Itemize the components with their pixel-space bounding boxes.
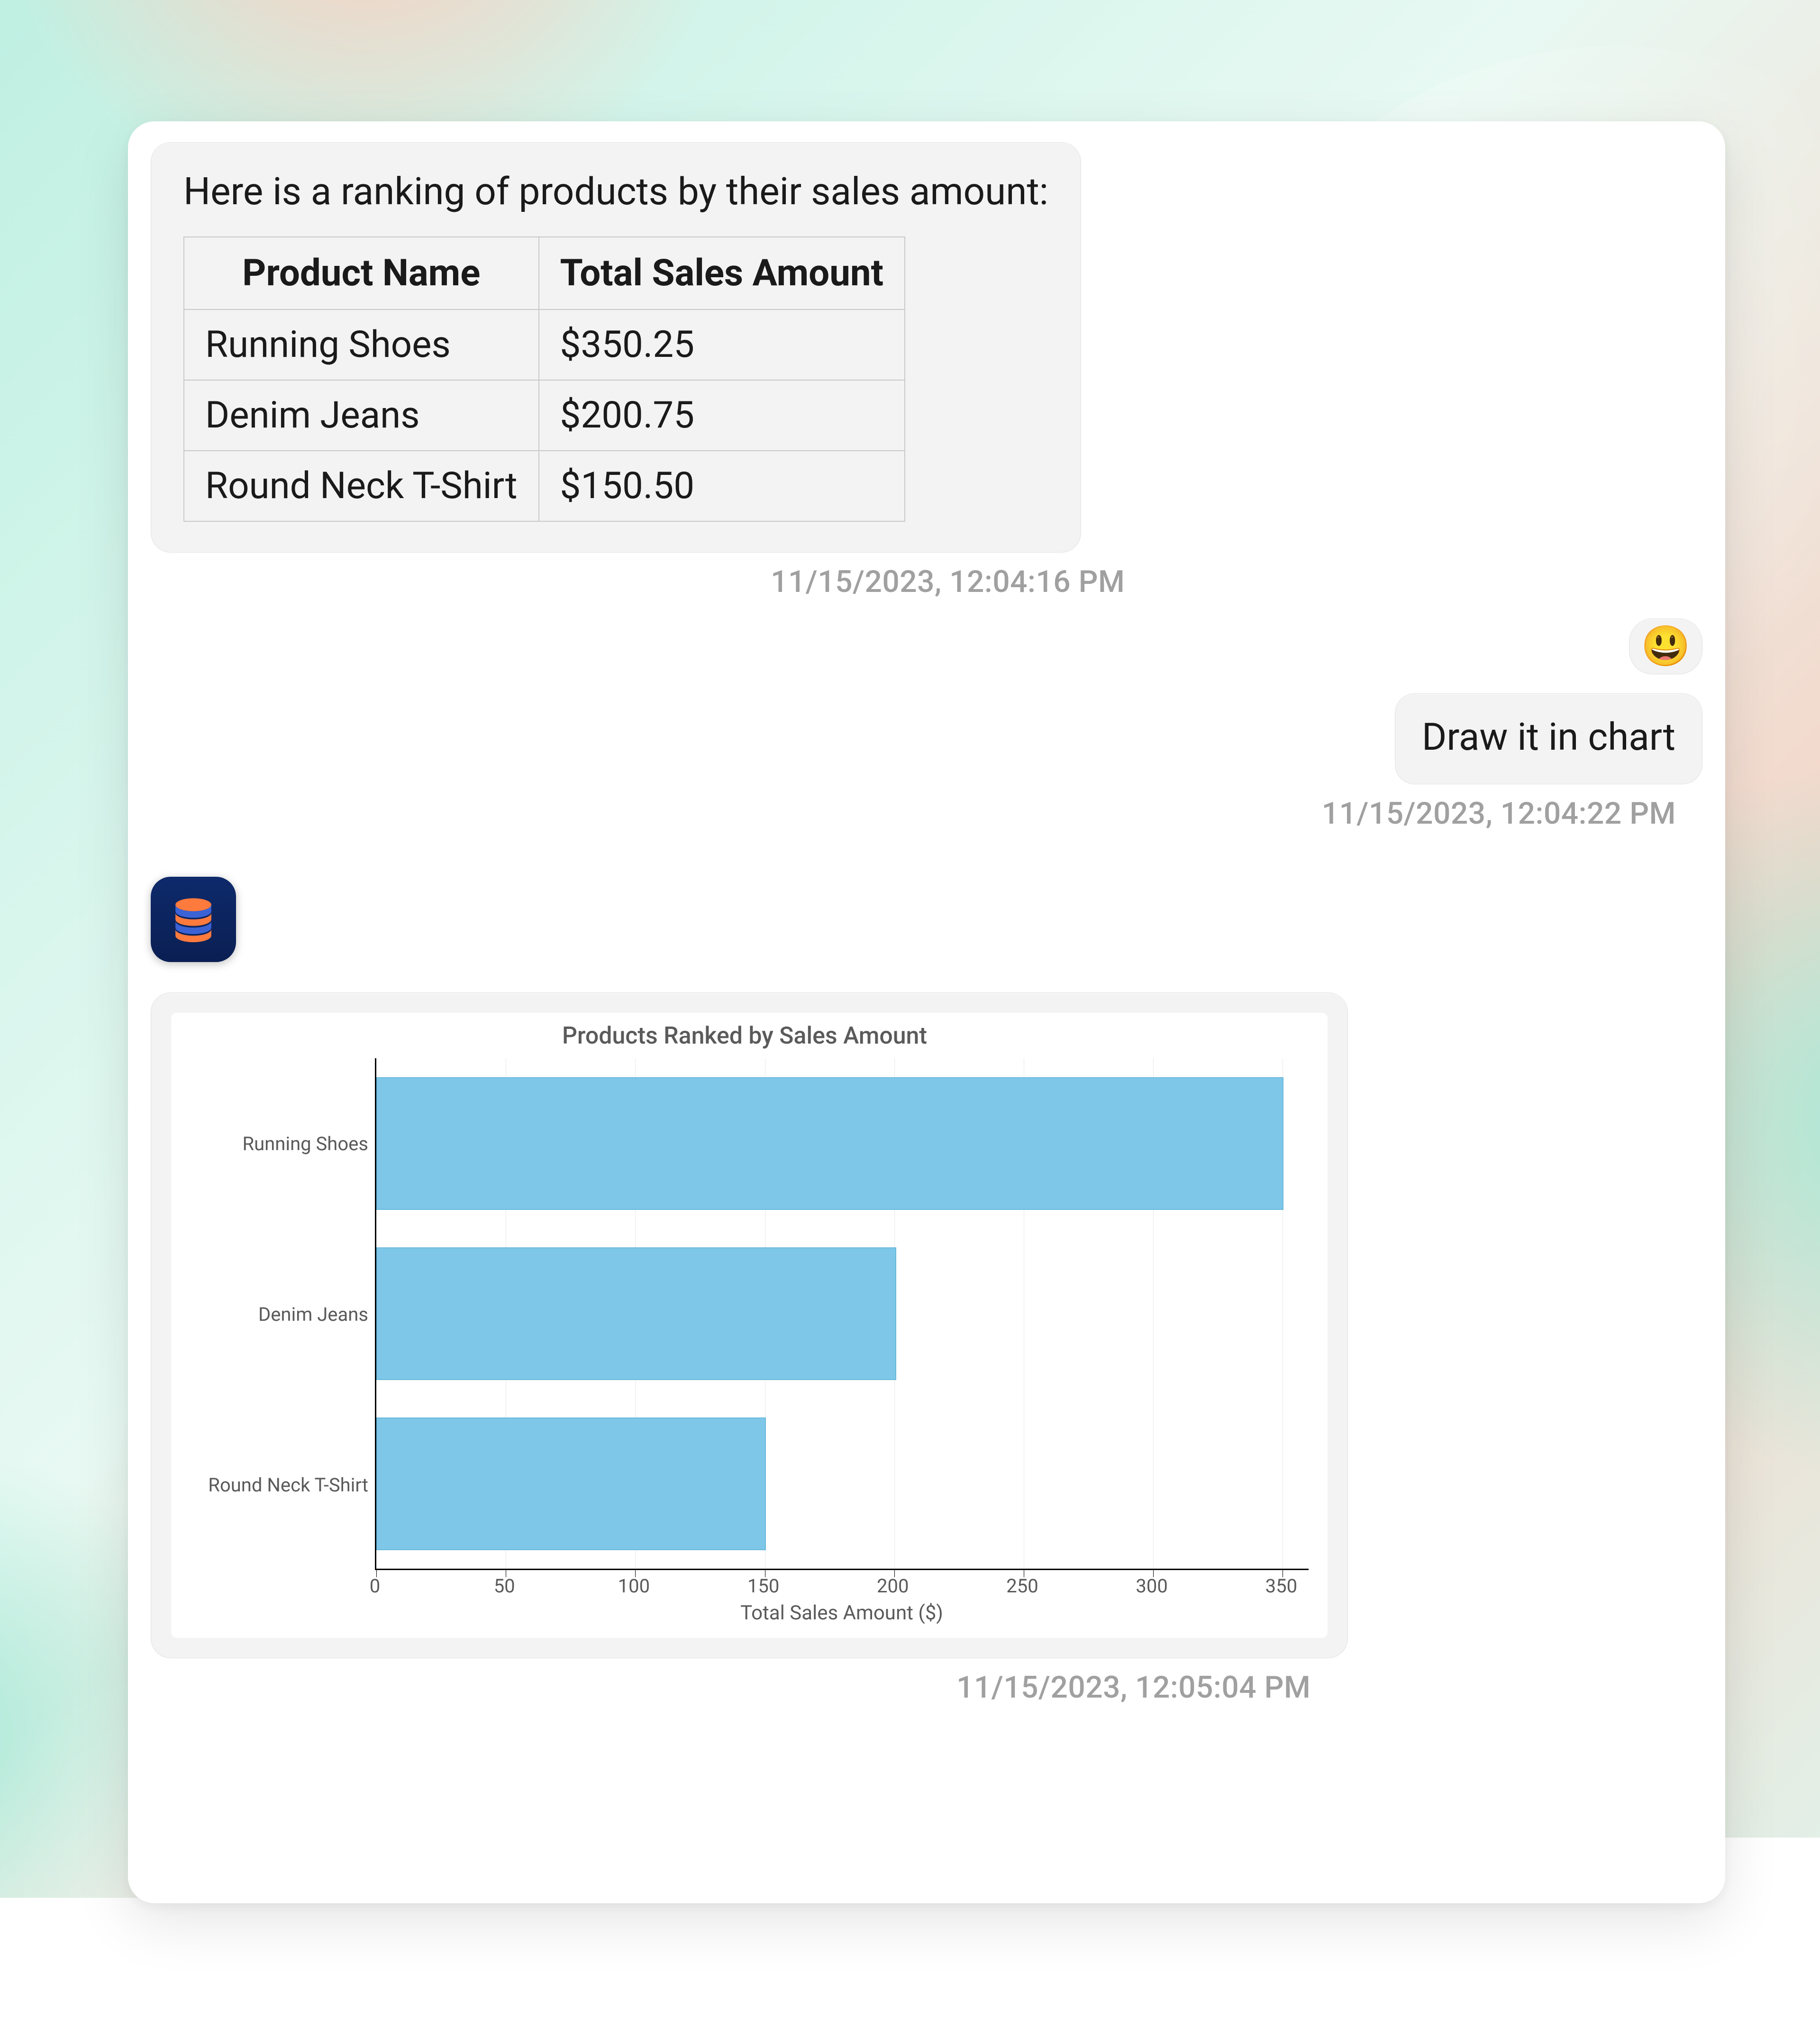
table-cell: $200.75 (539, 380, 905, 451)
timestamp-row: 11/15/2023, 12:04:16 PM (151, 553, 1702, 600)
chart-y-labels: Running Shoes Denim Jeans Round Neck T-S… (181, 1058, 375, 1570)
chart-title: Products Ranked by Sales Amount (181, 1022, 1309, 1050)
table-row: Round Neck T-Shirt $150.50 (184, 451, 905, 521)
chart-x-tick-label: 200 (877, 1575, 909, 1597)
assistant-avatar-row (151, 877, 1702, 962)
table-cell: $150.50 (539, 451, 905, 521)
message-bubble: Draw it in chart (1395, 693, 1702, 784)
table-cell: Round Neck T-Shirt (184, 451, 539, 521)
message-bubble: Here is a ranking of products by their s… (151, 142, 1081, 553)
smiley-icon: 😃 (1641, 623, 1691, 670)
chart-y-tick-label: Round Neck T-Shirt (208, 1474, 368, 1496)
chart-container: Products Ranked by Sales Amount Running … (171, 1013, 1328, 1638)
chart-y-tick-label: Denim Jeans (258, 1303, 368, 1326)
chart-x-tick-label: 0 (370, 1575, 380, 1597)
table-cell: $350.25 (539, 309, 905, 380)
chart-bar (376, 1247, 896, 1380)
chart-plot (375, 1058, 1309, 1570)
user-emoji-row: 😃 (151, 618, 1702, 674)
sales-table: Product Name Total Sales Amount Running … (183, 236, 905, 522)
message-bubble: 😃 (1629, 618, 1702, 674)
message-text: Here is a ranking of products by their s… (183, 169, 1048, 214)
assistant-message-1: Here is a ranking of products by their s… (151, 142, 1702, 553)
table-row: Running Shoes $350.25 (184, 309, 905, 380)
message-timestamp: 11/15/2023, 12:04:22 PM (1322, 796, 1676, 831)
assistant-message-chart: Products Ranked by Sales Amount Running … (151, 992, 1702, 1658)
message-timestamp: 11/15/2023, 12:05:04 PM (956, 1670, 1310, 1705)
chart-bar (376, 1417, 766, 1550)
chat-card: Here is a ranking of products by their s… (128, 121, 1725, 1903)
table-row: Denim Jeans $200.75 (184, 380, 905, 451)
table-header-cell: Product Name (184, 237, 539, 309)
database-stack-icon (167, 893, 219, 945)
chart-x-tick-label: 100 (618, 1575, 650, 1597)
chart-x-tick-label: 50 (494, 1575, 515, 1597)
chart-x-tick-label: 300 (1136, 1575, 1167, 1597)
table-cell: Running Shoes (184, 309, 539, 380)
message-text: Draw it in chart (1422, 715, 1675, 759)
chart-plot-area: Running Shoes Denim Jeans Round Neck T-S… (181, 1058, 1309, 1570)
chart-bar (376, 1077, 1283, 1210)
chart-x-labels: 050100150200250300350 (375, 1570, 1309, 1599)
timestamp-row: 11/15/2023, 12:05:04 PM (151, 1658, 1702, 1705)
chart-x-axis-label: Total Sales Amount ($) (375, 1601, 1309, 1625)
message-timestamp: 11/15/2023, 12:04:16 PM (771, 564, 1125, 600)
chart-x-tick-label: 250 (1006, 1575, 1038, 1597)
chart-y-tick-label: Running Shoes (242, 1133, 368, 1155)
table-header-row: Product Name Total Sales Amount (184, 237, 905, 309)
chart-x-tick-label: 150 (747, 1575, 779, 1597)
message-bubble: Products Ranked by Sales Amount Running … (151, 992, 1348, 1658)
table-cell: Denim Jeans (184, 380, 539, 451)
timestamp-row: 11/15/2023, 12:04:22 PM (151, 784, 1702, 831)
assistant-avatar (151, 877, 236, 962)
chart-x-tick-label: 350 (1265, 1575, 1297, 1597)
table-header-cell: Total Sales Amount (539, 237, 905, 309)
user-message: Draw it in chart (151, 693, 1702, 784)
